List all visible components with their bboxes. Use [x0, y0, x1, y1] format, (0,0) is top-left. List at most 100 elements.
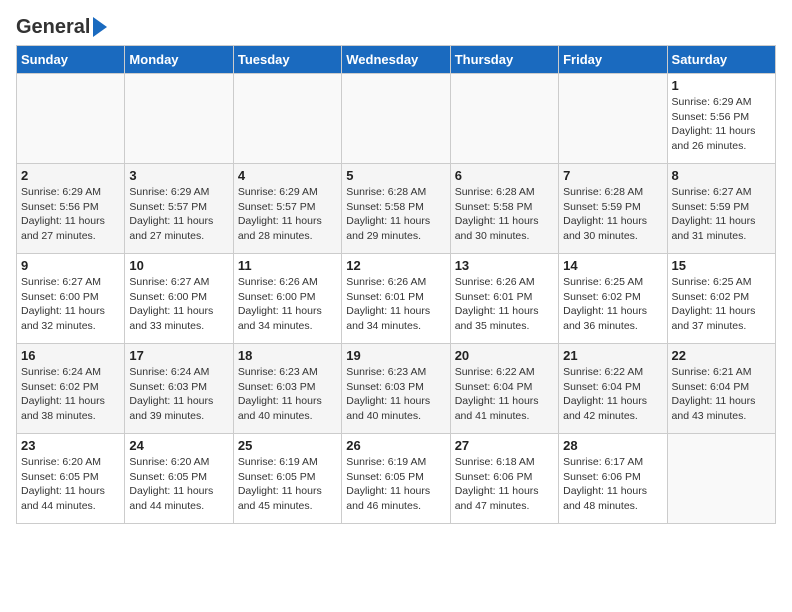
day-info: Sunrise: 6:19 AM Sunset: 6:05 PM Dayligh… [238, 455, 337, 514]
day-cell: 19 Sunrise: 6:23 AM Sunset: 6:03 PM Dayli… [342, 344, 450, 434]
day-cell: 8 Sunrise: 6:27 AM Sunset: 5:59 PM Daylig… [667, 164, 775, 254]
day-number: 12 [346, 258, 445, 273]
day-cell: 7 Sunrise: 6:28 AM Sunset: 5:59 PM Daylig… [559, 164, 667, 254]
week-row-4: 16 Sunrise: 6:24 AM Sunset: 6:02 PM Dayli… [17, 344, 776, 434]
day-cell: 20 Sunrise: 6:22 AM Sunset: 6:04 PM Dayli… [450, 344, 558, 434]
day-cell: 16 Sunrise: 6:24 AM Sunset: 6:02 PM Dayli… [17, 344, 125, 434]
day-cell: 22 Sunrise: 6:21 AM Sunset: 6:04 PM Dayli… [667, 344, 775, 434]
day-number: 3 [129, 168, 228, 183]
day-number: 13 [455, 258, 554, 273]
day-info: Sunrise: 6:23 AM Sunset: 6:03 PM Dayligh… [346, 365, 445, 424]
day-cell: 15 Sunrise: 6:25 AM Sunset: 6:02 PM Dayli… [667, 254, 775, 344]
day-number: 1 [672, 78, 771, 93]
day-cell [450, 74, 558, 164]
day-number: 2 [21, 168, 120, 183]
day-info: Sunrise: 6:29 AM Sunset: 5:57 PM Dayligh… [238, 185, 337, 244]
day-cell: 2 Sunrise: 6:29 AM Sunset: 5:56 PM Daylig… [17, 164, 125, 254]
week-row-1: 1 Sunrise: 6:29 AM Sunset: 5:56 PM Daylig… [17, 74, 776, 164]
day-info: Sunrise: 6:21 AM Sunset: 6:04 PM Dayligh… [672, 365, 771, 424]
logo-arrow-icon [93, 17, 107, 37]
day-number: 26 [346, 438, 445, 453]
day-cell: 26 Sunrise: 6:19 AM Sunset: 6:05 PM Dayli… [342, 434, 450, 524]
day-info: Sunrise: 6:17 AM Sunset: 6:06 PM Dayligh… [563, 455, 662, 514]
day-cell [17, 74, 125, 164]
day-info: Sunrise: 6:25 AM Sunset: 6:02 PM Dayligh… [672, 275, 771, 334]
day-number: 15 [672, 258, 771, 273]
day-cell: 27 Sunrise: 6:18 AM Sunset: 6:06 PM Dayli… [450, 434, 558, 524]
day-cell: 18 Sunrise: 6:23 AM Sunset: 6:03 PM Dayli… [233, 344, 341, 434]
day-cell: 11 Sunrise: 6:26 AM Sunset: 6:00 PM Dayli… [233, 254, 341, 344]
day-info: Sunrise: 6:26 AM Sunset: 6:01 PM Dayligh… [455, 275, 554, 334]
day-cell [342, 74, 450, 164]
calendar-table: SundayMondayTuesdayWednesdayThursdayFrid… [16, 45, 776, 524]
day-cell: 3Sunrise: 6:29 AM Sunset: 5:57 PM Daylig… [125, 164, 233, 254]
day-info: Sunrise: 6:29 AM Sunset: 5:56 PM Dayligh… [21, 185, 120, 244]
day-info: Sunrise: 6:25 AM Sunset: 6:02 PM Dayligh… [563, 275, 662, 334]
day-info: Sunrise: 6:24 AM Sunset: 6:02 PM Dayligh… [21, 365, 120, 424]
day-cell: 21 Sunrise: 6:22 AM Sunset: 6:04 PM Dayli… [559, 344, 667, 434]
day-header-sunday: Sunday [17, 46, 125, 74]
day-cell [125, 74, 233, 164]
day-cell: 1 Sunrise: 6:29 AM Sunset: 5:56 PM Daylig… [667, 74, 775, 164]
day-number: 14 [563, 258, 662, 273]
day-header-friday: Friday [559, 46, 667, 74]
day-number: 7 [563, 168, 662, 183]
day-number: 18 [238, 348, 337, 363]
day-header-wednesday: Wednesday [342, 46, 450, 74]
day-cell: 23Sunrise: 6:20 AM Sunset: 6:05 PM Dayli… [17, 434, 125, 524]
logo: General [16, 16, 107, 35]
day-info: Sunrise: 6:29 AM Sunset: 5:56 PM Dayligh… [672, 95, 771, 154]
day-number: 6 [455, 168, 554, 183]
day-number: 11 [238, 258, 337, 273]
day-cell: 14 Sunrise: 6:25 AM Sunset: 6:02 PM Dayli… [559, 254, 667, 344]
day-cell: 5 Sunrise: 6:28 AM Sunset: 5:58 PM Daylig… [342, 164, 450, 254]
day-number: 22 [672, 348, 771, 363]
day-number: 4 [238, 168, 337, 183]
day-info: Sunrise: 6:28 AM Sunset: 5:58 PM Dayligh… [346, 185, 445, 244]
day-number: 5 [346, 168, 445, 183]
day-number: 24 [129, 438, 228, 453]
calendar-header: SundayMondayTuesdayWednesdayThursdayFrid… [17, 46, 776, 74]
day-info: Sunrise: 6:22 AM Sunset: 6:04 PM Dayligh… [563, 365, 662, 424]
day-number: 8 [672, 168, 771, 183]
week-row-5: 23Sunrise: 6:20 AM Sunset: 6:05 PM Dayli… [17, 434, 776, 524]
day-cell: 12 Sunrise: 6:26 AM Sunset: 6:01 PM Dayli… [342, 254, 450, 344]
day-number: 25 [238, 438, 337, 453]
day-info: Sunrise: 6:23 AM Sunset: 6:03 PM Dayligh… [238, 365, 337, 424]
day-number: 9 [21, 258, 120, 273]
day-number: 20 [455, 348, 554, 363]
day-number: 19 [346, 348, 445, 363]
calendar-body: 1 Sunrise: 6:29 AM Sunset: 5:56 PM Daylig… [17, 74, 776, 524]
day-cell: 28 Sunrise: 6:17 AM Sunset: 6:06 PM Dayli… [559, 434, 667, 524]
day-number: 21 [563, 348, 662, 363]
day-header-tuesday: Tuesday [233, 46, 341, 74]
day-number: 27 [455, 438, 554, 453]
day-number: 23 [21, 438, 120, 453]
day-cell: 24Sunrise: 6:20 AM Sunset: 6:05 PM Dayli… [125, 434, 233, 524]
day-info: Sunrise: 6:18 AM Sunset: 6:06 PM Dayligh… [455, 455, 554, 514]
day-info: Sunrise: 6:27 AM Sunset: 5:59 PM Dayligh… [672, 185, 771, 244]
day-number: 10 [129, 258, 228, 273]
day-info: Sunrise: 6:28 AM Sunset: 5:59 PM Dayligh… [563, 185, 662, 244]
day-info: Sunrise: 6:19 AM Sunset: 6:05 PM Dayligh… [346, 455, 445, 514]
day-header-monday: Monday [125, 46, 233, 74]
days-of-week-row: SundayMondayTuesdayWednesdayThursdayFrid… [17, 46, 776, 74]
day-info: Sunrise: 6:26 AM Sunset: 6:00 PM Dayligh… [238, 275, 337, 334]
day-cell: 6Sunrise: 6:28 AM Sunset: 5:58 PM Daylig… [450, 164, 558, 254]
day-cell: 4 Sunrise: 6:29 AM Sunset: 5:57 PM Daylig… [233, 164, 341, 254]
day-info: Sunrise: 6:26 AM Sunset: 6:01 PM Dayligh… [346, 275, 445, 334]
day-cell: 9 Sunrise: 6:27 AM Sunset: 6:00 PM Daylig… [17, 254, 125, 344]
header: General [16, 16, 776, 35]
day-info: Sunrise: 6:27 AM Sunset: 6:00 PM Dayligh… [21, 275, 120, 334]
day-info: Sunrise: 6:22 AM Sunset: 6:04 PM Dayligh… [455, 365, 554, 424]
logo-general-text: General [16, 16, 90, 39]
day-cell [233, 74, 341, 164]
day-header-saturday: Saturday [667, 46, 775, 74]
day-cell [667, 434, 775, 524]
week-row-2: 2 Sunrise: 6:29 AM Sunset: 5:56 PM Daylig… [17, 164, 776, 254]
day-number: 17 [129, 348, 228, 363]
day-cell: 25 Sunrise: 6:19 AM Sunset: 6:05 PM Dayli… [233, 434, 341, 524]
day-cell: 17Sunrise: 6:24 AM Sunset: 6:03 PM Dayli… [125, 344, 233, 434]
day-number: 16 [21, 348, 120, 363]
day-number: 28 [563, 438, 662, 453]
